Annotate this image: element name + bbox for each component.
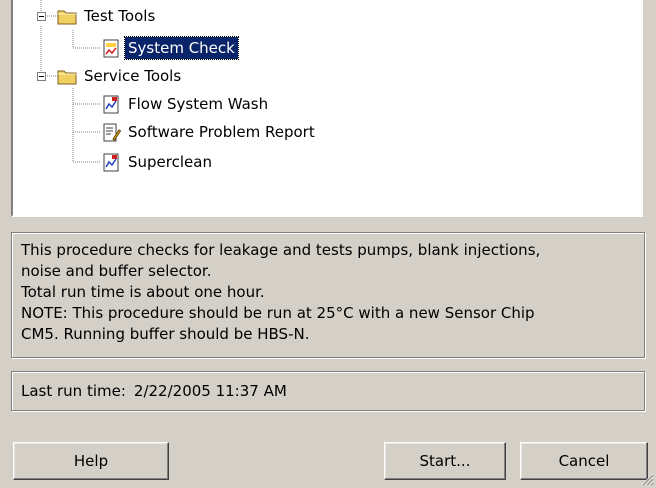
last-run-panel: Last run time: 2/22/2005 11:37 AM bbox=[11, 371, 645, 411]
tree-item-superclean[interactable]: Superclean bbox=[101, 150, 215, 174]
tree-item-label: System Check bbox=[124, 36, 239, 60]
last-run-value: 2/22/2005 11:37 AM bbox=[133, 382, 287, 400]
collapse-service-tools-toggle[interactable] bbox=[37, 72, 46, 81]
tree-item-label: Service Tools bbox=[84, 67, 182, 85]
tree-item-system-check[interactable]: System Check bbox=[101, 36, 239, 60]
tree-item-software-problem-report[interactable]: Software Problem Report bbox=[101, 120, 318, 144]
system-check-icon bbox=[103, 39, 119, 58]
description-line: This procedure checks for leakage and te… bbox=[21, 241, 541, 259]
report-icon bbox=[103, 123, 121, 142]
description-line: NOTE: This procedure should be run at 25… bbox=[21, 304, 535, 322]
folder-icon bbox=[57, 70, 77, 85]
tree-item-label: Superclean bbox=[128, 153, 212, 171]
tree-item-service-tools[interactable]: Service Tools bbox=[57, 64, 184, 88]
tree-item-test-tools[interactable]: Test Tools bbox=[57, 4, 158, 28]
tree-item-label: Software Problem Report bbox=[128, 123, 315, 141]
resize-grip-icon[interactable] bbox=[640, 472, 654, 486]
description-line: Total run time is about one hour. bbox=[21, 283, 265, 301]
description-line: noise and buffer selector. bbox=[21, 262, 212, 280]
tree-item-flow-system-wash[interactable]: Flow System Wash bbox=[101, 92, 271, 116]
tree-item-label: Test Tools bbox=[84, 7, 156, 25]
cancel-button[interactable]: Cancel bbox=[520, 442, 648, 480]
procedure-icon bbox=[103, 95, 119, 114]
collapse-test-tools-toggle[interactable] bbox=[37, 12, 46, 21]
procedure-description: This procedure checks for leakage and te… bbox=[11, 232, 645, 358]
procedure-tree[interactable]: Test Tools System Check Service Tools Fl… bbox=[11, 0, 643, 217]
folder-icon bbox=[57, 10, 77, 25]
last-run-label: Last run time: bbox=[21, 382, 126, 400]
help-button[interactable]: Help bbox=[13, 442, 169, 480]
start-button[interactable]: Start... bbox=[384, 442, 506, 480]
description-line: CM5. Running buffer should be HBS-N. bbox=[21, 325, 310, 343]
procedure-icon bbox=[103, 153, 119, 172]
tree-item-label: Flow System Wash bbox=[128, 95, 269, 113]
